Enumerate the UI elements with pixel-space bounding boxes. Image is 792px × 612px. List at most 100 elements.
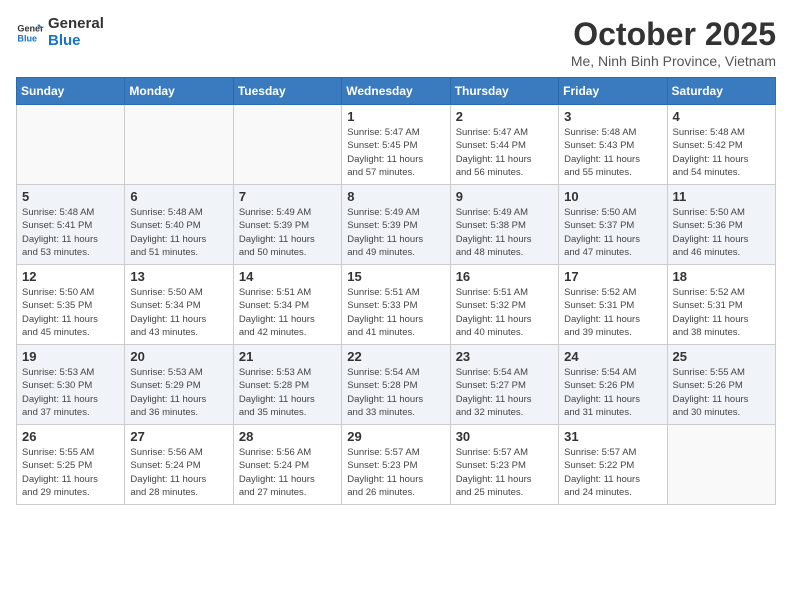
calendar-cell: 19 Sunrise: 5:53 AM Sunset: 5:30 PM Dayli… (17, 345, 125, 425)
day-info: Sunrise: 5:55 AM Sunset: 5:26 PM Dayligh… (673, 366, 770, 419)
svg-text:Blue: Blue (17, 33, 37, 43)
month-title: October 2025 (571, 16, 776, 53)
day-info: Sunrise: 5:49 AM Sunset: 5:39 PM Dayligh… (347, 206, 444, 259)
day-info: Sunrise: 5:55 AM Sunset: 5:25 PM Dayligh… (22, 446, 119, 499)
day-info: Sunrise: 5:53 AM Sunset: 5:30 PM Dayligh… (22, 366, 119, 419)
page-header: General Blue General Blue October 2025 M… (16, 16, 776, 69)
weekday-header-tuesday: Tuesday (233, 78, 341, 105)
day-number: 20 (130, 349, 227, 364)
day-info: Sunrise: 5:49 AM Sunset: 5:38 PM Dayligh… (456, 206, 553, 259)
day-info: Sunrise: 5:47 AM Sunset: 5:44 PM Dayligh… (456, 126, 553, 179)
calendar-cell (667, 425, 775, 505)
day-number: 5 (22, 189, 119, 204)
day-number: 10 (564, 189, 661, 204)
day-number: 14 (239, 269, 336, 284)
day-number: 19 (22, 349, 119, 364)
calendar-week-row: 26 Sunrise: 5:55 AM Sunset: 5:25 PM Dayli… (17, 425, 776, 505)
day-number: 27 (130, 429, 227, 444)
day-info: Sunrise: 5:48 AM Sunset: 5:42 PM Dayligh… (673, 126, 770, 179)
day-number: 28 (239, 429, 336, 444)
calendar-table: SundayMondayTuesdayWednesdayThursdayFrid… (16, 77, 776, 505)
logo: General Blue General Blue (16, 16, 104, 49)
calendar-cell (233, 105, 341, 185)
calendar-cell: 15Sunrise: 5:51 AM Sunset: 5:33 PM Dayli… (342, 265, 450, 345)
calendar-cell (125, 105, 233, 185)
weekday-header-saturday: Saturday (667, 78, 775, 105)
day-number: 29 (347, 429, 444, 444)
calendar-cell: 26 Sunrise: 5:55 AM Sunset: 5:25 PM Dayli… (17, 425, 125, 505)
calendar-week-row: 12Sunrise: 5:50 AM Sunset: 5:35 PM Dayli… (17, 265, 776, 345)
calendar-cell: 28 Sunrise: 5:56 AM Sunset: 5:24 PM Dayli… (233, 425, 341, 505)
calendar-cell: 10 Sunrise: 5:50 AM Sunset: 5:37 PM Dayli… (559, 185, 667, 265)
logo-line2: Blue (48, 33, 104, 50)
calendar-cell: 5Sunrise: 5:48 AM Sunset: 5:41 PM Daylig… (17, 185, 125, 265)
day-number: 25 (673, 349, 770, 364)
calendar-cell (17, 105, 125, 185)
logo-icon: General Blue (16, 19, 44, 47)
day-number: 11 (673, 189, 770, 204)
calendar-week-row: 1Sunrise: 5:47 AM Sunset: 5:45 PM Daylig… (17, 105, 776, 185)
day-number: 8 (347, 189, 444, 204)
calendar-cell: 12Sunrise: 5:50 AM Sunset: 5:35 PM Dayli… (17, 265, 125, 345)
day-number: 3 (564, 109, 661, 124)
calendar-cell: 3 Sunrise: 5:48 AM Sunset: 5:43 PM Daylig… (559, 105, 667, 185)
day-number: 13 (130, 269, 227, 284)
day-info: Sunrise: 5:50 AM Sunset: 5:37 PM Dayligh… (564, 206, 661, 259)
day-number: 18 (673, 269, 770, 284)
calendar-cell: 24 Sunrise: 5:54 AM Sunset: 5:26 PM Dayli… (559, 345, 667, 425)
day-number: 9 (456, 189, 553, 204)
day-info: Sunrise: 5:50 AM Sunset: 5:35 PM Dayligh… (22, 286, 119, 339)
day-number: 17 (564, 269, 661, 284)
day-number: 16 (456, 269, 553, 284)
day-info: Sunrise: 5:53 AM Sunset: 5:28 PM Dayligh… (239, 366, 336, 419)
weekday-header-friday: Friday (559, 78, 667, 105)
calendar-cell: 22Sunrise: 5:54 AM Sunset: 5:28 PM Dayli… (342, 345, 450, 425)
calendar-cell: 13Sunrise: 5:50 AM Sunset: 5:34 PM Dayli… (125, 265, 233, 345)
day-info: Sunrise: 5:48 AM Sunset: 5:40 PM Dayligh… (130, 206, 227, 259)
day-info: Sunrise: 5:51 AM Sunset: 5:32 PM Dayligh… (456, 286, 553, 339)
calendar-cell: 2 Sunrise: 5:47 AM Sunset: 5:44 PM Daylig… (450, 105, 558, 185)
day-info: Sunrise: 5:57 AM Sunset: 5:22 PM Dayligh… (564, 446, 661, 499)
day-number: 26 (22, 429, 119, 444)
calendar-cell: 14 Sunrise: 5:51 AM Sunset: 5:34 PM Dayli… (233, 265, 341, 345)
day-number: 21 (239, 349, 336, 364)
day-number: 30 (456, 429, 553, 444)
logo-line1: General (48, 16, 104, 33)
calendar-week-row: 5Sunrise: 5:48 AM Sunset: 5:41 PM Daylig… (17, 185, 776, 265)
calendar-cell: 27 Sunrise: 5:56 AM Sunset: 5:24 PM Dayli… (125, 425, 233, 505)
calendar-cell: 20 Sunrise: 5:53 AM Sunset: 5:29 PM Dayli… (125, 345, 233, 425)
day-info: Sunrise: 5:54 AM Sunset: 5:26 PM Dayligh… (564, 366, 661, 419)
day-info: Sunrise: 5:56 AM Sunset: 5:24 PM Dayligh… (130, 446, 227, 499)
calendar-cell: 1Sunrise: 5:47 AM Sunset: 5:45 PM Daylig… (342, 105, 450, 185)
day-info: Sunrise: 5:48 AM Sunset: 5:43 PM Dayligh… (564, 126, 661, 179)
calendar-cell: 31Sunrise: 5:57 AM Sunset: 5:22 PM Dayli… (559, 425, 667, 505)
calendar-cell: 18 Sunrise: 5:52 AM Sunset: 5:31 PM Dayli… (667, 265, 775, 345)
calendar-cell: 17Sunrise: 5:52 AM Sunset: 5:31 PM Dayli… (559, 265, 667, 345)
calendar-cell: 7Sunrise: 5:49 AM Sunset: 5:39 PM Daylig… (233, 185, 341, 265)
day-info: Sunrise: 5:53 AM Sunset: 5:29 PM Dayligh… (130, 366, 227, 419)
day-info: Sunrise: 5:51 AM Sunset: 5:34 PM Dayligh… (239, 286, 336, 339)
day-info: Sunrise: 5:54 AM Sunset: 5:28 PM Dayligh… (347, 366, 444, 419)
calendar-cell: 4 Sunrise: 5:48 AM Sunset: 5:42 PM Daylig… (667, 105, 775, 185)
location-title: Me, Ninh Binh Province, Vietnam (571, 53, 776, 69)
day-number: 6 (130, 189, 227, 204)
calendar-cell: 11 Sunrise: 5:50 AM Sunset: 5:36 PM Dayli… (667, 185, 775, 265)
weekday-header-row: SundayMondayTuesdayWednesdayThursdayFrid… (17, 78, 776, 105)
day-number: 7 (239, 189, 336, 204)
day-info: Sunrise: 5:57 AM Sunset: 5:23 PM Dayligh… (347, 446, 444, 499)
calendar-cell: 9 Sunrise: 5:49 AM Sunset: 5:38 PM Daylig… (450, 185, 558, 265)
day-number: 4 (673, 109, 770, 124)
day-info: Sunrise: 5:56 AM Sunset: 5:24 PM Dayligh… (239, 446, 336, 499)
day-info: Sunrise: 5:52 AM Sunset: 5:31 PM Dayligh… (673, 286, 770, 339)
day-number: 2 (456, 109, 553, 124)
calendar-cell: 29 Sunrise: 5:57 AM Sunset: 5:23 PM Dayli… (342, 425, 450, 505)
day-info: Sunrise: 5:54 AM Sunset: 5:27 PM Dayligh… (456, 366, 553, 419)
day-number: 24 (564, 349, 661, 364)
calendar-week-row: 19 Sunrise: 5:53 AM Sunset: 5:30 PM Dayli… (17, 345, 776, 425)
calendar-cell: 16 Sunrise: 5:51 AM Sunset: 5:32 PM Dayli… (450, 265, 558, 345)
calendar-cell: 21 Sunrise: 5:53 AM Sunset: 5:28 PM Dayli… (233, 345, 341, 425)
calendar-cell: 6 Sunrise: 5:48 AM Sunset: 5:40 PM Daylig… (125, 185, 233, 265)
weekday-header-monday: Monday (125, 78, 233, 105)
calendar-cell: 8 Sunrise: 5:49 AM Sunset: 5:39 PM Daylig… (342, 185, 450, 265)
day-info: Sunrise: 5:50 AM Sunset: 5:36 PM Dayligh… (673, 206, 770, 259)
